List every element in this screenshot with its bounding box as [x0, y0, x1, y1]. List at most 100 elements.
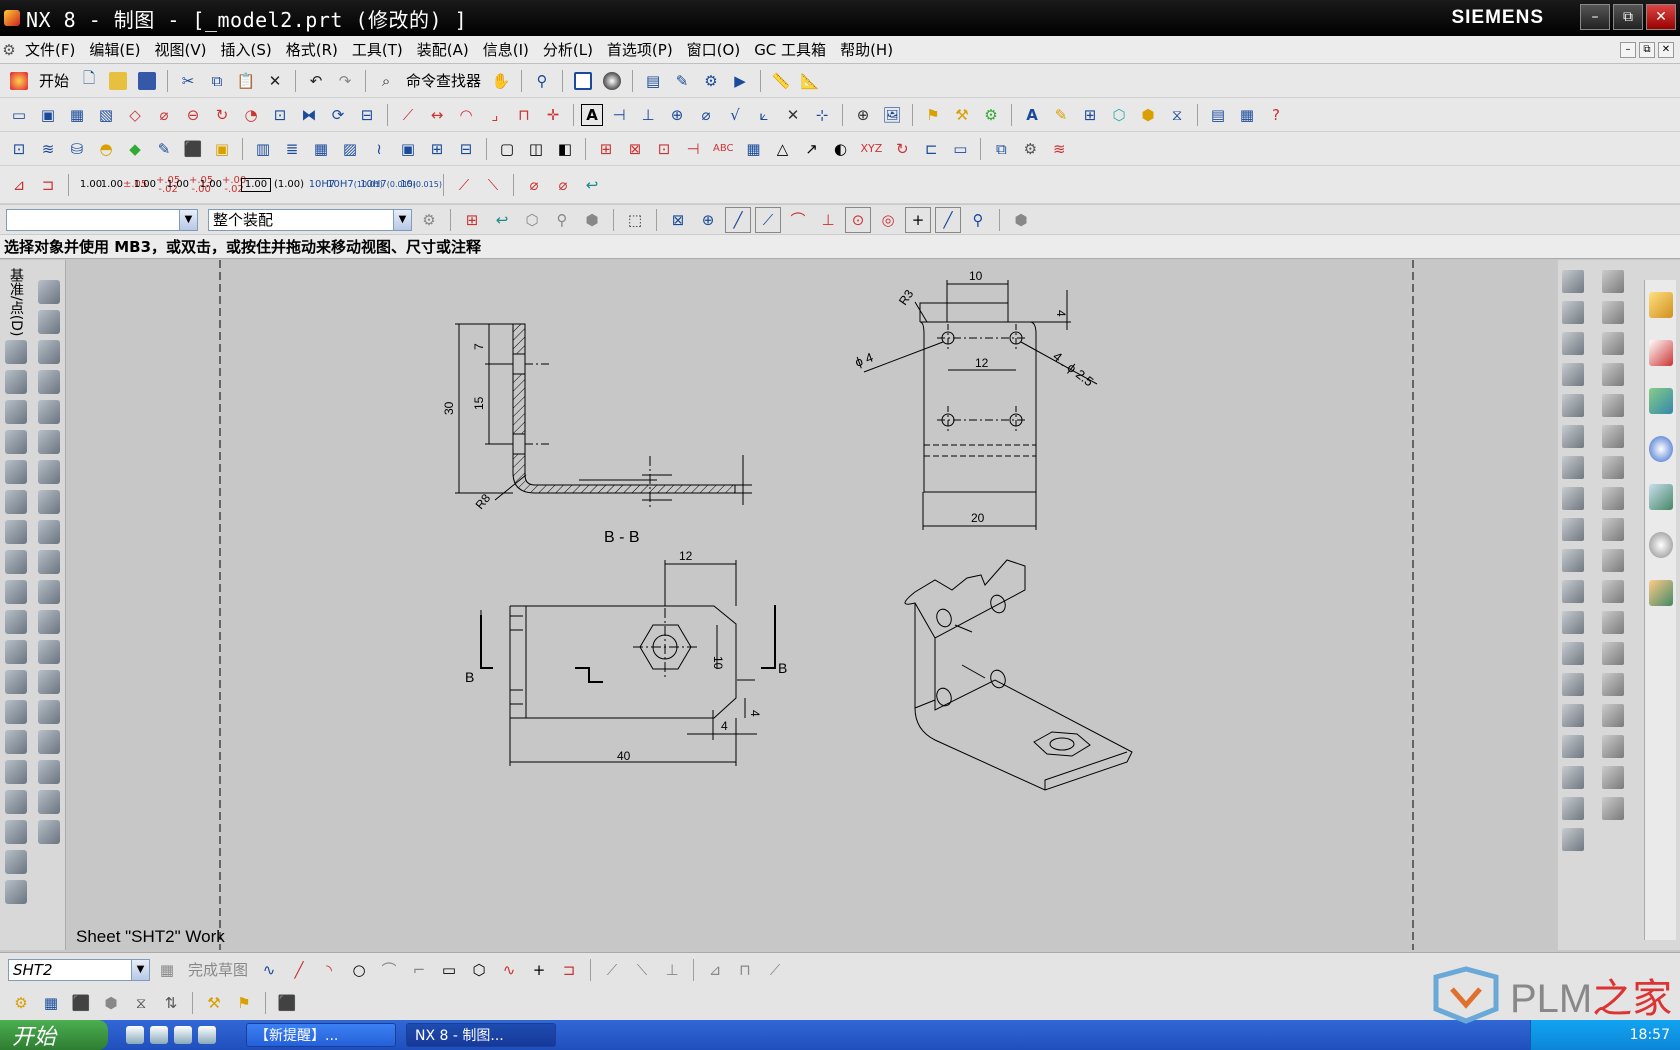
- section-marker-right[interactable]: B: [778, 660, 787, 676]
- dim-phi-4[interactable]: ϕ 4: [853, 350, 875, 370]
- restore-button[interactable]: ⧉: [1613, 4, 1643, 30]
- media-icon[interactable]: [150, 1026, 168, 1044]
- feature-icon[interactable]: [5, 520, 27, 544]
- finish-sketch-flag-icon[interactable]: ▦: [154, 957, 180, 983]
- section-line-icon[interactable]: ◇: [122, 102, 148, 128]
- frame-icon[interactable]: ▢: [494, 136, 520, 162]
- add-component-icon[interactable]: ⚒: [949, 102, 975, 128]
- feature-icon[interactable]: [5, 580, 27, 604]
- web-browser-icon[interactable]: [1648, 484, 1673, 510]
- fit-view-icon[interactable]: [570, 68, 596, 94]
- sheet-metal-icon[interactable]: [38, 760, 60, 784]
- selection-scope-combo[interactable]: 整个装配 ▼: [208, 208, 412, 231]
- menu-format[interactable]: 格式(R): [279, 39, 345, 60]
- redo-icon[interactable]: ↷: [332, 68, 358, 94]
- format-unilateral-below[interactable]: 1.00 +.00 -.02: [200, 172, 247, 198]
- multi-window-icon[interactable]: ⧉: [988, 136, 1014, 162]
- start-button[interactable]: 开始: [35, 68, 73, 94]
- sketch-tool-icon[interactable]: [1562, 425, 1584, 448]
- layer-settings-icon[interactable]: ▤: [640, 68, 666, 94]
- radius-dimension-icon[interactable]: ◠: [453, 102, 479, 128]
- sheet-metal-icon[interactable]: [38, 640, 60, 664]
- menu-analysis[interactable]: 分析(L): [536, 39, 600, 60]
- menu-edit[interactable]: 编辑(E): [82, 39, 147, 60]
- select-all-icon[interactable]: ⬢: [1008, 207, 1034, 233]
- menu-help[interactable]: 帮助(H): [833, 39, 900, 60]
- curve-tool-icon[interactable]: [1602, 549, 1624, 572]
- make-corner-icon[interactable]: ⊥: [659, 957, 685, 983]
- note-icon[interactable]: A: [581, 103, 603, 126]
- browser-icon[interactable]: [174, 1026, 192, 1044]
- taskbar-item-nx[interactable]: NX 8 - 制图...: [406, 1023, 556, 1047]
- feature-icon[interactable]: [5, 430, 27, 454]
- measure-distance-icon[interactable]: 📏: [768, 68, 794, 94]
- curve-tool-icon[interactable]: [1602, 363, 1624, 386]
- feature-icon[interactable]: [5, 730, 27, 754]
- save-icon[interactable]: [134, 68, 160, 94]
- stack-icon[interactable]: ≣: [279, 136, 305, 162]
- front-view[interactable]: [480, 560, 776, 766]
- quick-extend-icon[interactable]: ⟍: [629, 957, 655, 983]
- frame-c-icon[interactable]: ◧: [552, 136, 578, 162]
- sketch-tool-icon[interactable]: [1562, 735, 1584, 758]
- base-view-icon[interactable]: ▣: [35, 102, 61, 128]
- sketch-tool-icon[interactable]: [1562, 766, 1584, 789]
- layer-icon[interactable]: ≋: [35, 136, 61, 162]
- curve-tool-icon[interactable]: [1602, 642, 1624, 665]
- abc-text-button[interactable]: ABC: [709, 136, 738, 162]
- half-section-icon[interactable]: ⊖: [180, 102, 206, 128]
- curve-tool-icon[interactable]: [1602, 332, 1624, 355]
- dim-r8[interactable]: R8: [473, 491, 494, 512]
- filter-reset-icon[interactable]: ⚙: [416, 207, 442, 233]
- snap-on-curve-icon[interactable]: ╱: [935, 206, 961, 233]
- auto-constrain-icon[interactable]: ⊓: [732, 957, 758, 983]
- feature-icon[interactable]: [5, 640, 27, 664]
- feature-icon[interactable]: [5, 370, 27, 394]
- feature-icon[interactable]: [5, 460, 27, 484]
- show-constraints-icon[interactable]: ⟋: [762, 957, 788, 983]
- hatch-icon[interactable]: ▨: [337, 136, 363, 162]
- menu-insert[interactable]: 插入(S): [214, 39, 279, 60]
- ordinate-dimension-icon[interactable]: ⊓: [511, 102, 537, 128]
- arc-length-icon[interactable]: ⊣: [680, 136, 706, 162]
- dim-12-front[interactable]: 12: [679, 549, 693, 563]
- ruler-angle-icon[interactable]: ⟍: [480, 172, 506, 198]
- chevron-down-icon[interactable]: ▼: [131, 959, 149, 980]
- xyz-coordinate-button[interactable]: XYZ: [857, 136, 887, 162]
- intersection-icon[interactable]: ✕: [780, 102, 806, 128]
- feature-icon[interactable]: [5, 850, 27, 874]
- part-navigator-icon[interactable]: ⬡: [1106, 102, 1132, 128]
- weld-symbol-icon[interactable]: ⟀: [751, 102, 777, 128]
- feature-icon[interactable]: [5, 700, 27, 724]
- fillet-icon[interactable]: ⌒: [376, 957, 402, 983]
- copy-icon[interactable]: ⧉: [204, 68, 230, 94]
- sketch-tool-icon[interactable]: [1562, 797, 1584, 820]
- menu-view[interactable]: 视图(V): [148, 39, 214, 60]
- align-icon[interactable]: ⊟: [453, 136, 479, 162]
- text-style-icon[interactable]: A: [1019, 102, 1045, 128]
- symbol-icon[interactable]: ⌀: [693, 102, 719, 128]
- drawing-view-icon[interactable]: ▧: [93, 102, 119, 128]
- sketch-tool-icon[interactable]: [1562, 394, 1584, 417]
- curve-tool-icon[interactable]: [1602, 797, 1624, 820]
- sketch-tool-icon[interactable]: [1562, 456, 1584, 479]
- studio-spline-icon[interactable]: ∿: [496, 957, 522, 983]
- pattern-icon[interactable]: ⊞: [424, 136, 450, 162]
- utility-tool-1[interactable]: ⊡: [6, 136, 32, 162]
- dim-15[interactable]: 15: [472, 396, 486, 410]
- feature-icon[interactable]: [5, 340, 27, 364]
- datum-feature-icon[interactable]: ⊥: [635, 102, 661, 128]
- doc-close-button[interactable]: ✕: [1658, 41, 1674, 58]
- section-label[interactable]: B - B: [604, 529, 640, 546]
- sketch-tool-icon[interactable]: [1562, 673, 1584, 696]
- select-face-icon[interactable]: ⚲: [549, 207, 575, 233]
- sheet-metal-icon[interactable]: [38, 490, 60, 514]
- show-hide-icon[interactable]: ⚙: [698, 68, 724, 94]
- sheet-metal-icon[interactable]: [38, 580, 60, 604]
- drawing-template-icon[interactable]: ▦: [308, 136, 334, 162]
- dimension-style-icon[interactable]: ⊿: [6, 172, 32, 198]
- drawing-canvas[interactable]: 30 15 7 R8 B - B 10 4 12 ϕ 4 4 . ϕ 2.5 R…: [67, 260, 1557, 950]
- crosshair-icon[interactable]: ⊕: [850, 102, 876, 128]
- image-icon[interactable]: 🖼: [879, 102, 905, 128]
- undo-icon[interactable]: ↶: [303, 68, 329, 94]
